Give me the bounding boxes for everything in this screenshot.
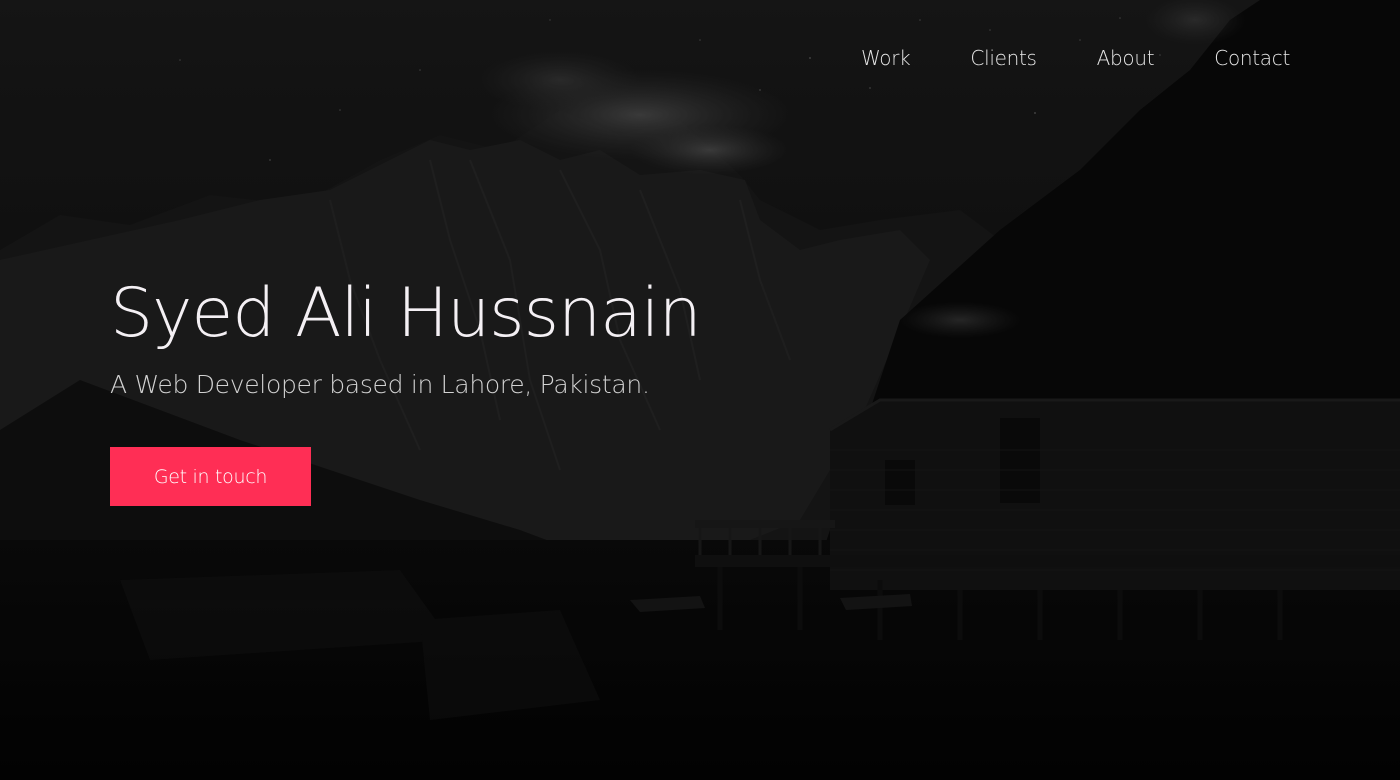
hero-subtitle: A Web Developer based in Lahore, Pakista… [110, 370, 650, 399]
get-in-touch-button[interactable]: Get in touch [110, 447, 311, 506]
main-nav: Work Clients About Contact [861, 44, 1290, 72]
hero-section: Work Clients About Contact Syed Ali Huss… [0, 0, 1400, 780]
nav-link-clients[interactable]: Clients [970, 44, 1037, 72]
hero-content: Syed Ali Hussnain A Web Developer based … [110, 272, 910, 506]
nav-link-work[interactable]: Work [861, 44, 911, 72]
nav-link-contact[interactable]: Contact [1214, 44, 1290, 72]
nav-link-about[interactable]: About [1097, 44, 1155, 72]
hero-title: Syed Ali Hussnain [110, 274, 702, 353]
